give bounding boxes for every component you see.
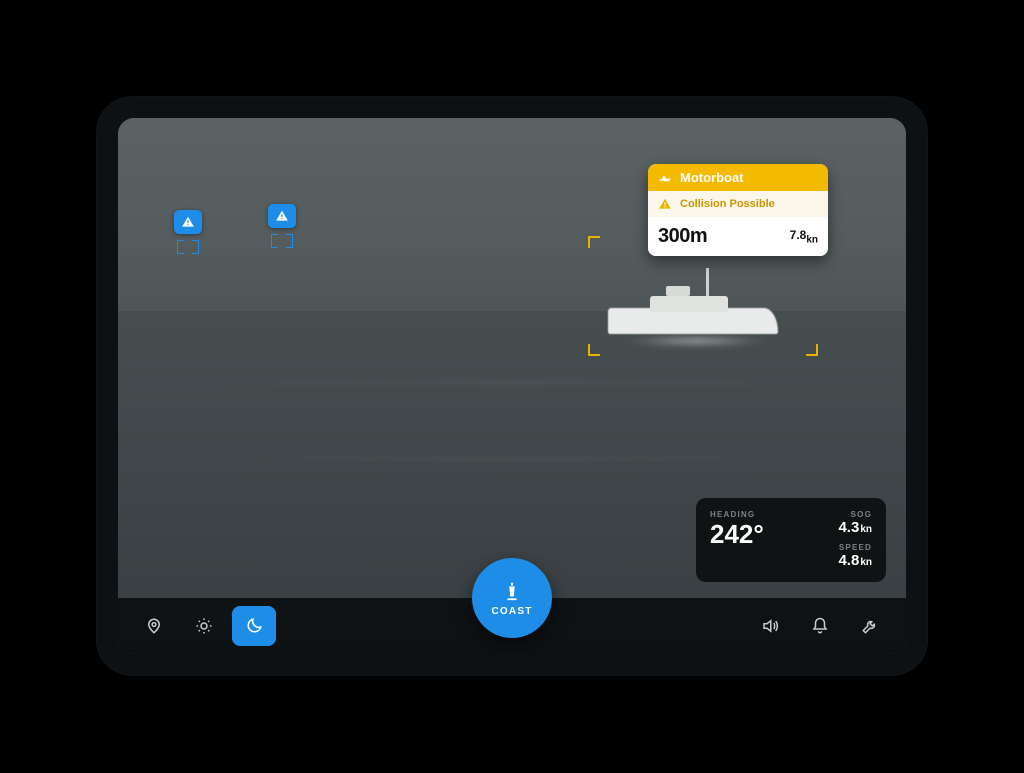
moon-icon [245, 617, 263, 635]
pin-icon [145, 617, 163, 635]
coast-mode-button[interactable]: COAST [472, 558, 552, 638]
heading-label: HEADING [710, 510, 820, 519]
target-warning-label: Collision Possible [680, 198, 775, 210]
sog-value: 4.3kn [838, 519, 872, 537]
wrench-icon [861, 617, 879, 635]
speed-label: SPEED [838, 543, 872, 552]
camera-feed: Motorboat Collision Possible 300m 7.8kn … [118, 118, 906, 654]
vessel-warning-icon [174, 210, 202, 234]
navigation-hud: HEADING 242° SOG 4.3kn SPEED 4.8kn [696, 498, 886, 582]
boat-icon [658, 171, 672, 185]
volume-icon [761, 617, 779, 635]
target-warning-row: Collision Possible [648, 191, 828, 217]
tracker-corners [271, 234, 293, 248]
alerts-button[interactable] [798, 606, 842, 646]
speed-value: 4.8kn [838, 552, 872, 570]
distant-contact-marker[interactable] [174, 210, 202, 254]
settings-button[interactable] [848, 606, 892, 646]
night-mode-button[interactable] [232, 606, 276, 646]
target-info-card[interactable]: Motorboat Collision Possible 300m 7.8kn [648, 164, 828, 256]
warning-triangle-icon [658, 197, 672, 211]
coast-mode-label: COAST [492, 606, 533, 617]
day-mode-button[interactable] [182, 606, 226, 646]
target-speed-value: 7.8kn [790, 228, 818, 245]
sog-label: SOG [838, 510, 872, 519]
vessel-warning-icon [268, 204, 296, 228]
volume-button[interactable] [748, 606, 792, 646]
heading-value: 242° [710, 519, 820, 550]
lighthouse-icon [501, 580, 523, 602]
sun-icon [195, 617, 213, 635]
distant-contact-marker[interactable] [268, 204, 296, 248]
tablet-frame: Motorboat Collision Possible 300m 7.8kn … [96, 96, 928, 676]
target-data-row: 300m 7.8kn [648, 217, 828, 256]
tracker-corners [177, 240, 199, 254]
target-type-row: Motorboat [648, 164, 828, 191]
target-type-label: Motorboat [680, 170, 744, 185]
target-distance-value: 300m [658, 225, 707, 248]
bell-icon [811, 617, 829, 635]
pin-button[interactable] [132, 606, 176, 646]
